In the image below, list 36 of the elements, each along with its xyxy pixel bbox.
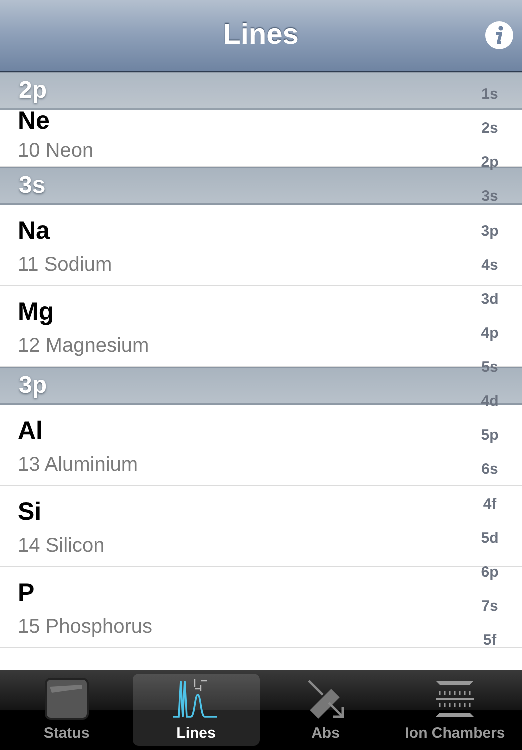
tab[interactable]: Ion Chambers <box>392 674 519 746</box>
element-symbol: Si <box>18 497 42 526</box>
index-entry[interactable]: 1s <box>482 86 498 104</box>
tab[interactable]: Lines <box>132 674 260 746</box>
element-symbol: Na <box>18 216 50 245</box>
index-entry[interactable]: 4s <box>482 256 498 275</box>
index-entry[interactable]: 7s <box>482 598 498 616</box>
index-entry[interactable]: 2p <box>481 154 499 172</box>
index-entry[interactable]: 3p <box>481 222 499 240</box>
index-entry[interactable]: 4p <box>481 324 499 343</box>
section-title: 3p <box>19 372 48 400</box>
index-entry[interactable]: 5f <box>483 632 497 650</box>
index-entry[interactable]: 4f <box>483 496 497 514</box>
element-symbol: P <box>18 578 35 607</box>
index-entry[interactable]: 6p <box>481 564 499 582</box>
element-name: 10 Neon <box>18 139 94 163</box>
index-entry[interactable]: 2s <box>482 120 498 138</box>
element-name: 14 Silicon <box>18 534 105 558</box>
index-entry[interactable]: 3s <box>482 188 498 206</box>
section-title: 3s <box>19 172 46 200</box>
tab[interactable]: Status <box>3 674 130 746</box>
element-name: 12 Magnesium <box>18 334 150 358</box>
section-title: 2p <box>19 76 48 104</box>
element-symbol: Al <box>18 416 43 445</box>
tab[interactable]: Abs <box>262 674 390 746</box>
element-name: 11 Sodium <box>18 253 112 277</box>
nav-title: Lines <box>223 19 299 52</box>
element-name: 15 Phosphorus <box>18 615 153 639</box>
index-entry[interactable]: 5d <box>481 530 499 548</box>
info-icon[interactable] <box>485 21 514 50</box>
index-entry[interactable]: 5p <box>481 427 499 446</box>
index-entry[interactable]: 6s <box>482 461 498 480</box>
element-name: 13 Aluminium <box>18 453 138 477</box>
element-symbol: Mg <box>18 297 54 326</box>
element-symbol: Ne <box>18 109 50 133</box>
index-entry[interactable]: 3d <box>481 290 499 309</box>
